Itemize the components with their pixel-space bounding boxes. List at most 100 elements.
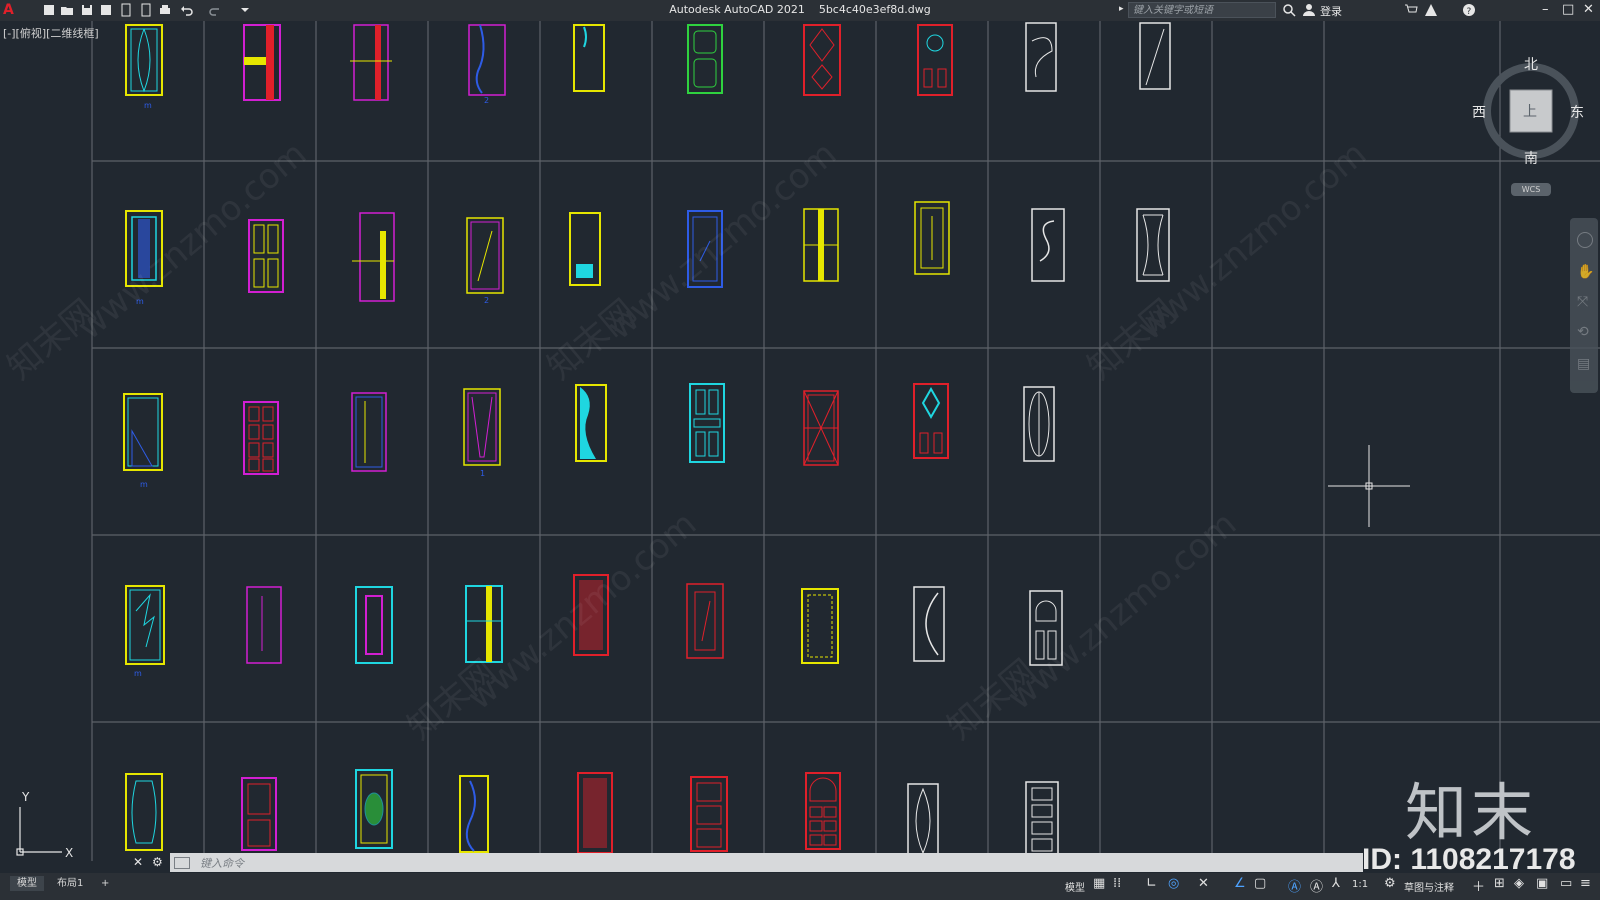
viewcube-west[interactable]: 西: [1472, 102, 1486, 122]
login-button[interactable]: 登录: [1320, 3, 1342, 19]
command-input[interactable]: 键入命令: [200, 855, 244, 871]
door-block-r4c4[interactable]: [465, 585, 503, 663]
save-web-icon[interactable]: [139, 3, 153, 17]
door-block-r1c10[interactable]: [1139, 22, 1171, 90]
viewport-controls-label[interactable]: [-][俯视][二维线框]: [3, 25, 99, 41]
annotation-monitor-icon[interactable]: ＋: [1472, 876, 1485, 895]
command-line-close-icon[interactable]: ✕: [133, 855, 143, 869]
user-icon[interactable]: [1302, 3, 1316, 17]
command-line-customize-icon[interactable]: ⚙: [152, 855, 163, 869]
pan-icon[interactable]: ✋: [1577, 264, 1594, 280]
polar-icon[interactable]: ◎: [1168, 876, 1179, 891]
annotation-scale-icon[interactable]: ⅄: [1332, 876, 1340, 891]
chevron-down-icon[interactable]: [238, 3, 252, 17]
close-icon[interactable]: ✕: [1583, 2, 1594, 17]
door-block-r1c9[interactable]: [1025, 22, 1057, 92]
door-block-r3c4[interactable]: [463, 388, 501, 466]
transparency-icon[interactable]: ▢: [1254, 876, 1266, 891]
snap-icon[interactable]: ⁞⁞: [1113, 876, 1121, 891]
a360-icon[interactable]: [1424, 3, 1438, 17]
hardware-acceleration-icon[interactable]: ▣: [1536, 876, 1548, 891]
ortho-icon[interactable]: ∟: [1146, 876, 1157, 891]
lineweight-icon[interactable]: ∠: [1234, 876, 1246, 891]
door-block-r1c3[interactable]: [350, 24, 392, 101]
viewcube-top-face[interactable]: 上: [1523, 101, 1537, 121]
viewcube-north[interactable]: 北: [1524, 54, 1538, 74]
clean-screen-icon[interactable]: ▭: [1560, 876, 1572, 891]
customization-menu-icon[interactable]: ≡: [1580, 876, 1591, 891]
search-input[interactable]: 键入关键字或短语: [1128, 2, 1276, 18]
door-block-r2c2[interactable]: [248, 219, 284, 293]
door-block-r4c3[interactable]: [355, 586, 393, 664]
redo-icon[interactable]: [208, 3, 222, 17]
door-block-r5c8[interactable]: [907, 783, 939, 859]
door-block-r1c1[interactable]: [125, 24, 163, 96]
door-block-r5c2[interactable]: [241, 777, 277, 851]
door-block-r1c7[interactable]: [803, 24, 841, 96]
orbit-icon[interactable]: ⟲: [1577, 324, 1589, 340]
app-menu-button[interactable]: A: [3, 2, 17, 18]
add-layout-tab[interactable]: +: [94, 876, 116, 891]
search-expand-icon[interactable]: ▸: [1119, 4, 1124, 14]
new-file-icon[interactable]: [42, 3, 56, 17]
door-block-r3c2[interactable]: [243, 401, 279, 475]
open-folder-icon[interactable]: [60, 3, 74, 17]
door-block-r3c9[interactable]: [1023, 386, 1055, 462]
help-icon[interactable]: ?: [1462, 3, 1476, 17]
units-icon[interactable]: ⊞: [1494, 876, 1505, 891]
door-block-r4c1[interactable]: [125, 585, 165, 665]
door-block-r2c4[interactable]: [466, 217, 504, 294]
door-block-r5c9[interactable]: [1025, 781, 1059, 859]
navigation-bar[interactable]: ✋ ⤧ ⟲ ▤: [1570, 218, 1598, 393]
door-block-r5c5[interactable]: [577, 772, 613, 854]
maximize-icon[interactable]: □: [1562, 2, 1574, 17]
door-block-r5c6[interactable]: [690, 776, 728, 852]
door-block-r2c9[interactable]: [1031, 208, 1065, 282]
annotation-visibility-icon[interactable]: Ⓐ: [1288, 876, 1301, 895]
save-icon[interactable]: [80, 3, 94, 17]
model-space-button[interactable]: 模型: [1065, 879, 1085, 894]
door-block-r4c8[interactable]: [913, 586, 945, 662]
undo-icon[interactable]: [180, 3, 194, 17]
door-block-r3c3[interactable]: [351, 392, 387, 472]
door-block-r2c8[interactable]: [914, 201, 950, 275]
door-block-r5c7[interactable]: [805, 772, 841, 850]
osnap-icon[interactable]: ✕: [1198, 876, 1209, 891]
door-block-r1c2[interactable]: [243, 24, 281, 101]
isolate-objects-icon[interactable]: ◈: [1514, 876, 1524, 891]
command-history-icon[interactable]: [174, 857, 190, 869]
door-block-r3c8[interactable]: [913, 383, 949, 459]
zoom-icon[interactable]: ⤧: [1577, 294, 1588, 310]
drawing-canvas[interactable]: m 2 m 2 m 1 m Y X 知末网 www.znzmo.com 知末网 …: [0, 21, 1600, 873]
door-block-r4c7[interactable]: [801, 588, 839, 664]
door-block-r1c6[interactable]: [687, 24, 723, 94]
door-block-r3c5[interactable]: [575, 384, 607, 462]
door-block-r4c6[interactable]: [686, 583, 724, 659]
grid-icon[interactable]: ▦: [1093, 876, 1105, 891]
door-block-r5c3[interactable]: [355, 769, 393, 849]
door-block-r1c4[interactable]: [468, 24, 506, 96]
search-icon[interactable]: [1282, 3, 1296, 17]
workspace-switch[interactable]: 草图与注释: [1404, 879, 1454, 894]
steeringwheel-icon[interactable]: [1577, 232, 1593, 248]
door-block-r2c3[interactable]: [352, 212, 395, 302]
plot-icon[interactable]: [158, 3, 172, 17]
cart-icon[interactable]: [1404, 3, 1418, 17]
door-block-r2c5[interactable]: [569, 212, 601, 286]
viewcube-south[interactable]: 南: [1524, 148, 1538, 168]
open-web-icon[interactable]: [119, 3, 133, 17]
door-block-r3c6[interactable]: [689, 383, 725, 463]
door-block-r5c4[interactable]: [459, 775, 489, 853]
workspace-gear-icon[interactable]: ⚙: [1384, 876, 1396, 891]
viewcube-east[interactable]: 东: [1570, 102, 1584, 122]
showmotion-icon[interactable]: ▤: [1577, 356, 1590, 372]
wcs-menu[interactable]: WCS: [1511, 183, 1551, 196]
door-block-r2c10[interactable]: [1136, 208, 1170, 282]
minimize-icon[interactable]: –: [1542, 2, 1549, 17]
viewcube[interactable]: 北 南 西 东 上: [1472, 57, 1584, 167]
door-block-r3c7[interactable]: [803, 390, 839, 466]
auto-scale-icon[interactable]: Ⓐ: [1310, 876, 1323, 895]
door-block-r1c5[interactable]: [573, 24, 605, 92]
annotation-scale-value[interactable]: 1:1: [1352, 879, 1368, 890]
door-block-r2c7[interactable]: [803, 208, 839, 282]
